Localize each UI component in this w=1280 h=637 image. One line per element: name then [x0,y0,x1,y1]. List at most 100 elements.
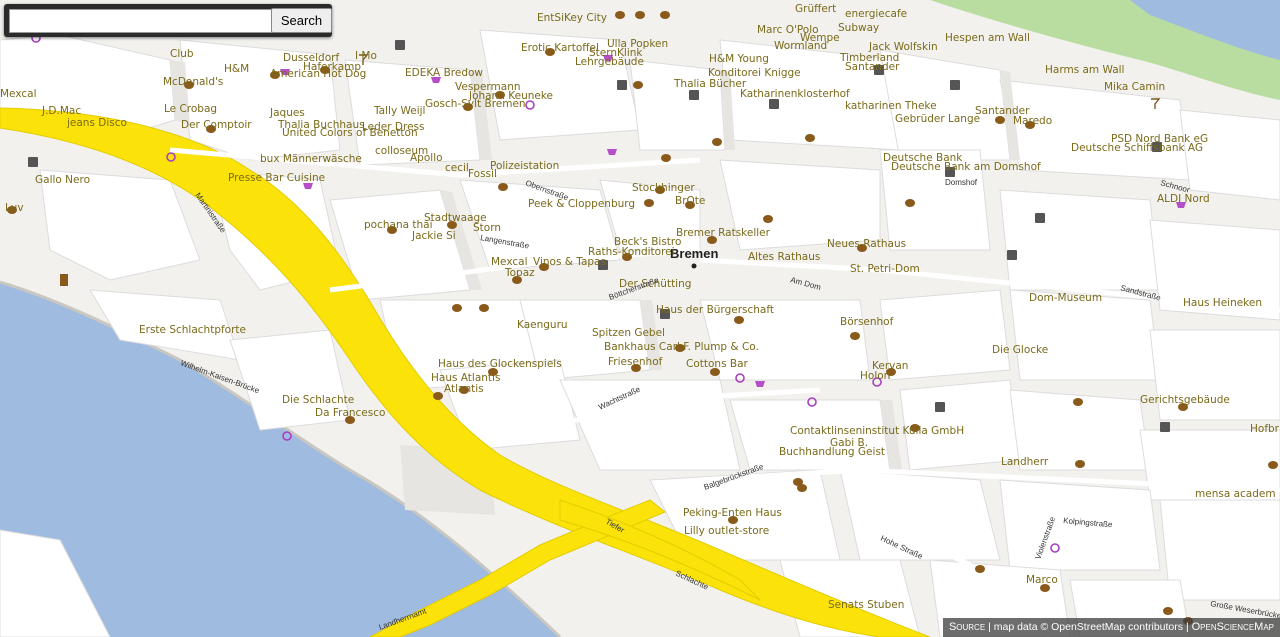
poi-label[interactable]: Deutsche Bank am Domshof [891,161,1041,173]
poi-label[interactable]: Landherr [1001,456,1049,468]
poi-label[interactable]: Atlantis [444,383,484,395]
poi-label[interactable]: Presse Bar Cuisine [228,172,325,184]
search-button[interactable]: Search [271,8,332,33]
cafe-icon[interactable] [433,392,443,400]
poi-label[interactable]: Erotic Kartoffel [521,42,599,54]
cafe-icon[interactable] [661,154,671,162]
poi-label[interactable]: Le Crobag [164,103,217,115]
poi-label[interactable]: Polizeistation [490,160,559,172]
poi-label[interactable]: Apollo [410,152,443,164]
poi-label[interactable]: Da Francesco [315,407,385,419]
cafe-icon[interactable] [734,316,744,324]
poi-label[interactable]: Spitzen Gebel [592,327,665,339]
poi-label[interactable]: Haus Heineken [1183,297,1262,309]
source-link[interactable]: Source [949,621,985,633]
cafe-icon[interactable] [763,215,773,223]
poi-label[interactable]: Haus des Glockenspiels [438,358,562,370]
poi-label[interactable]: Börsenhof [840,316,894,328]
poi-label[interactable]: Peking-Enten Haus [683,507,782,519]
poi-label[interactable]: cecil [445,162,469,174]
cafe-icon[interactable] [797,484,807,492]
bank-icon[interactable] [1160,422,1170,432]
poi-label[interactable]: Dom-Museum [1029,292,1102,304]
poi-label[interactable]: bux Männerwäsche [260,153,362,165]
cafe-icon[interactable] [1073,398,1083,406]
bank-icon[interactable] [1007,250,1017,260]
bank-icon[interactable] [28,157,38,167]
search-input[interactable] [9,9,272,33]
poi-label[interactable]: energiecafe [845,8,907,20]
poi-label[interactable]: Maredo [1013,115,1052,127]
poi-label[interactable]: Lilly outlet-store [684,525,769,537]
poi-label[interactable]: EDEKA Bredow [405,67,483,79]
osm-link[interactable]: OpenScienceMap [1192,621,1274,633]
poi-label[interactable]: Stockhinger [632,182,695,194]
cafe-icon[interactable] [660,11,670,19]
poi-label[interactable]: Gosch-Sylt Bremen [425,98,526,110]
toilet-icon[interactable] [60,274,68,286]
poi-label[interactable]: United Colors of Benetton [282,127,418,139]
poi-label[interactable]: Hespen am Wall [945,32,1030,44]
poi-label[interactable]: Kaenguru [517,319,568,331]
bank-icon[interactable] [395,40,405,50]
cafe-icon[interactable] [805,134,815,142]
poi-label[interactable]: Bremer Ratskeller [676,227,771,239]
poi-label[interactable]: Die Glocke [992,344,1048,356]
poi-label[interactable]: Luv [5,202,24,214]
bank-icon[interactable] [1035,213,1045,223]
poi-label[interactable]: katharinen Theke [845,100,937,112]
poi-label[interactable]: Thalia Bücher [673,78,747,90]
poi-label[interactable]: EntSiKey City [537,12,607,24]
poi-label[interactable]: Deutsche Schiffsbank AG [1071,142,1203,154]
cafe-icon[interactable] [635,11,645,19]
poi-label[interactable]: Neues Rathaus [827,238,906,250]
poi-label[interactable]: H&M [224,63,249,75]
poi-label[interactable]: Santander [845,61,900,73]
poi-label[interactable]: Buchhandlung Geist [779,446,885,458]
poi-label[interactable]: Peek & Cloppenburg [528,198,635,210]
poi-label[interactable]: Harms am Wall [1045,64,1124,76]
poi-label[interactable]: Tally Weijl [373,105,425,117]
poi-label[interactable]: Mika Camin [1104,81,1165,93]
poi-label[interactable]: Marco [1026,574,1058,586]
cafe-icon[interactable] [905,199,915,207]
poi-label[interactable]: Gebrüder Lange [895,113,980,125]
cafe-icon[interactable] [452,304,462,312]
cafe-icon[interactable] [1268,461,1278,469]
poi-label[interactable]: St. Petri-Dom [850,263,920,275]
poi-label[interactable]: Gerichtsgebäude [1140,394,1230,406]
bank-icon[interactable] [617,80,627,90]
cafe-icon[interactable] [498,183,508,191]
poi-label[interactable]: Gallo Nero [35,174,90,186]
bank-icon[interactable] [950,80,960,90]
poi-label[interactable]: Subway [838,22,879,34]
bank-icon[interactable] [769,99,779,109]
poi-label[interactable]: Die Schlachte [282,394,354,406]
cafe-icon[interactable] [995,116,1005,124]
cafe-icon[interactable] [479,304,489,312]
poi-label[interactable]: Lehrgebäude [575,56,644,68]
poi-label[interactable]: Haus der Bürgerschaft [656,304,774,316]
poi-label[interactable]: H&M Young [709,53,769,65]
poi-label[interactable]: jeans Disco [66,117,127,129]
poi-label[interactable]: Topaz [504,267,535,279]
map-canvas[interactable]: Bremen EntSiKey City energiecafeGrüffertS… [0,0,1280,637]
poi-label[interactable]: Erste Schlachtpforte [139,324,246,336]
poi-label[interactable]: Friesenhof [608,356,663,368]
poi-label[interactable]: American Hot Dog [270,68,366,80]
poi-label[interactable]: Storn [473,222,501,234]
cafe-icon[interactable] [712,138,722,146]
bank-icon[interactable] [935,402,945,412]
cafe-icon[interactable] [1075,460,1085,468]
poi-label[interactable]: Bankhaus Carl F. Plump & Co. [604,341,759,353]
poi-label[interactable]: Katharinenklosterhof [740,88,850,100]
poi-label[interactable]: Holon [860,370,890,382]
poi-label[interactable]: Jaques [269,107,305,119]
poi-label[interactable]: Mexcal [491,256,528,268]
poi-label[interactable]: Club [170,48,194,60]
cafe-icon[interactable] [615,11,625,19]
poi-label[interactable]: Hofbr [1250,423,1280,435]
poi-label[interactable]: McDonald's [163,76,223,88]
poi-label[interactable]: Senats Stuben [828,599,904,611]
cafe-icon[interactable] [850,332,860,340]
